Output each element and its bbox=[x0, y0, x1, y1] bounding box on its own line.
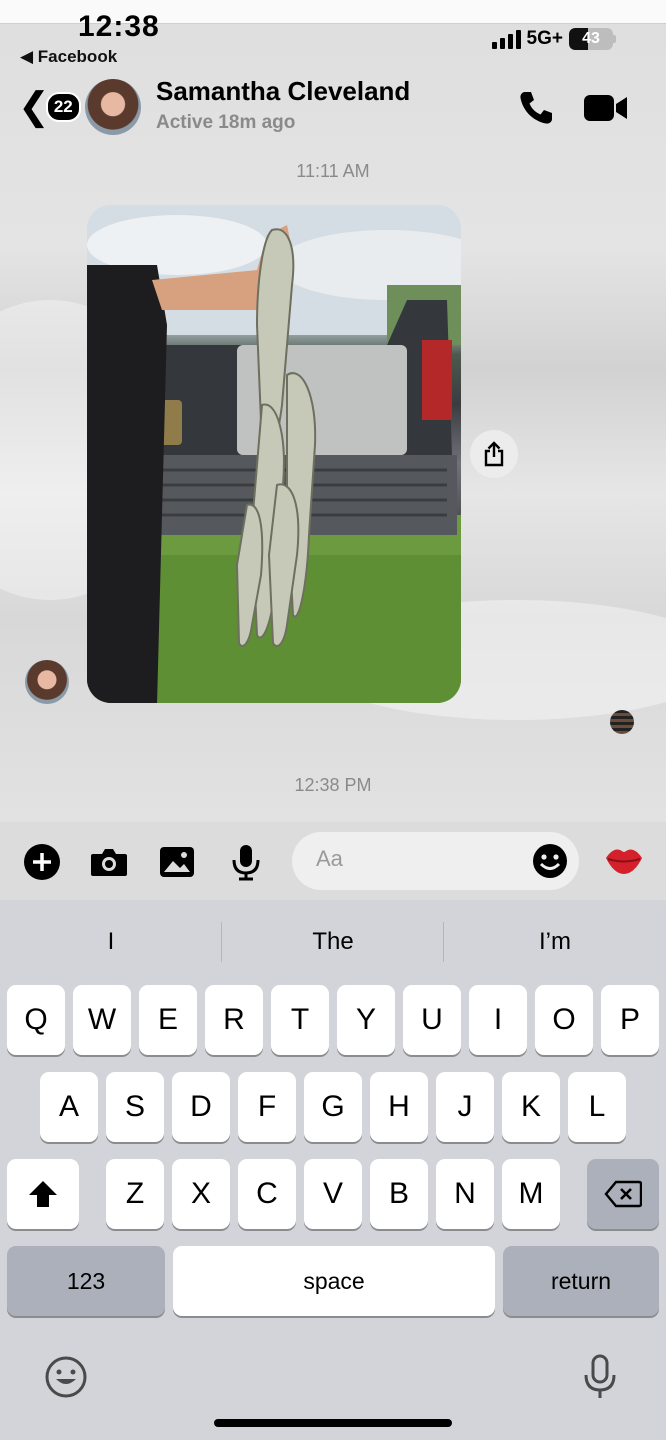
key-s[interactable]: S bbox=[106, 1072, 164, 1142]
message-timestamp: 11:11 AM bbox=[296, 161, 370, 181]
key-w[interactable]: W bbox=[73, 985, 131, 1055]
key-b[interactable]: B bbox=[370, 1159, 428, 1229]
share-icon bbox=[484, 441, 504, 467]
back-button[interactable]: ❮ 22 bbox=[18, 88, 81, 126]
return-key[interactable]: return bbox=[503, 1246, 659, 1316]
signal-icon bbox=[491, 29, 521, 49]
network-type: 5G+ bbox=[526, 28, 563, 49]
contact-name[interactable]: Samantha Cleveland bbox=[156, 76, 410, 107]
sender-avatar[interactable] bbox=[25, 660, 69, 704]
message-timestamp: 12:38 PM bbox=[294, 775, 372, 795]
key-a[interactable]: A bbox=[40, 1072, 98, 1142]
space-key[interactable]: space bbox=[173, 1246, 495, 1316]
key-j[interactable]: J bbox=[436, 1072, 494, 1142]
key-y[interactable]: Y bbox=[337, 985, 395, 1055]
home-indicator bbox=[214, 1419, 452, 1427]
contact-avatar[interactable] bbox=[85, 79, 141, 135]
key-t[interactable]: T bbox=[271, 985, 329, 1055]
key-i[interactable]: I bbox=[469, 985, 527, 1055]
video-call-icon[interactable] bbox=[583, 92, 629, 124]
key-d[interactable]: D bbox=[172, 1072, 230, 1142]
key-h[interactable]: H bbox=[370, 1072, 428, 1142]
dictation-icon[interactable] bbox=[580, 1353, 620, 1401]
key-u[interactable]: U bbox=[403, 985, 461, 1055]
suggestion-1[interactable]: I bbox=[1, 928, 221, 956]
gallery-icon[interactable] bbox=[157, 842, 197, 882]
shift-key[interactable] bbox=[7, 1159, 79, 1229]
key-r[interactable]: R bbox=[205, 985, 263, 1055]
lips-reaction-icon[interactable] bbox=[604, 842, 644, 878]
key-p[interactable]: P bbox=[601, 985, 659, 1055]
unread-count-badge: 22 bbox=[45, 92, 81, 122]
microphone-icon[interactable] bbox=[226, 842, 266, 882]
plus-circle-icon[interactable] bbox=[22, 842, 62, 882]
emoji-keyboard-icon[interactable] bbox=[44, 1355, 88, 1399]
key-e[interactable]: E bbox=[139, 985, 197, 1055]
key-k[interactable]: K bbox=[502, 1072, 560, 1142]
contact-status: Active 18m ago bbox=[156, 112, 296, 133]
key-x[interactable]: X bbox=[172, 1159, 230, 1229]
message-input[interactable] bbox=[292, 832, 579, 890]
key-v[interactable]: V bbox=[304, 1159, 362, 1229]
key-g[interactable]: G bbox=[304, 1072, 362, 1142]
back-to-facebook-link[interactable]: ◀ Facebook bbox=[20, 47, 117, 67]
shared-photo[interactable] bbox=[87, 205, 461, 703]
phone-call-icon[interactable] bbox=[516, 88, 556, 128]
photo-content bbox=[87, 205, 461, 703]
backspace-key[interactable] bbox=[587, 1159, 659, 1229]
shift-arrow-icon bbox=[29, 1181, 57, 1207]
share-button[interactable] bbox=[470, 430, 518, 478]
key-o[interactable]: O bbox=[535, 985, 593, 1055]
key-c[interactable]: C bbox=[238, 1159, 296, 1229]
suggestion-3[interactable]: I’m bbox=[445, 928, 665, 956]
key-l[interactable]: L bbox=[568, 1072, 626, 1142]
numbers-key[interactable]: 123 bbox=[7, 1246, 165, 1316]
message-text-field[interactable] bbox=[316, 846, 516, 872]
delete-icon bbox=[604, 1180, 642, 1208]
read-receipt-avatar bbox=[610, 710, 634, 734]
key-q[interactable]: Q bbox=[7, 985, 65, 1055]
status-time: 12:38 bbox=[78, 12, 160, 42]
camera-icon[interactable] bbox=[89, 842, 129, 882]
status-indicators: 5G+ 43 bbox=[491, 28, 616, 50]
suggestion-2[interactable]: The bbox=[223, 928, 443, 956]
suggestion-divider bbox=[221, 922, 222, 962]
key-z[interactable]: Z bbox=[106, 1159, 164, 1229]
emoji-icon[interactable] bbox=[531, 842, 569, 880]
battery-icon: 43 bbox=[569, 28, 613, 50]
battery-percent: 43 bbox=[582, 30, 600, 47]
suggestion-divider bbox=[443, 922, 444, 962]
key-m[interactable]: M bbox=[502, 1159, 560, 1229]
key-n[interactable]: N bbox=[436, 1159, 494, 1229]
key-f[interactable]: F bbox=[238, 1072, 296, 1142]
